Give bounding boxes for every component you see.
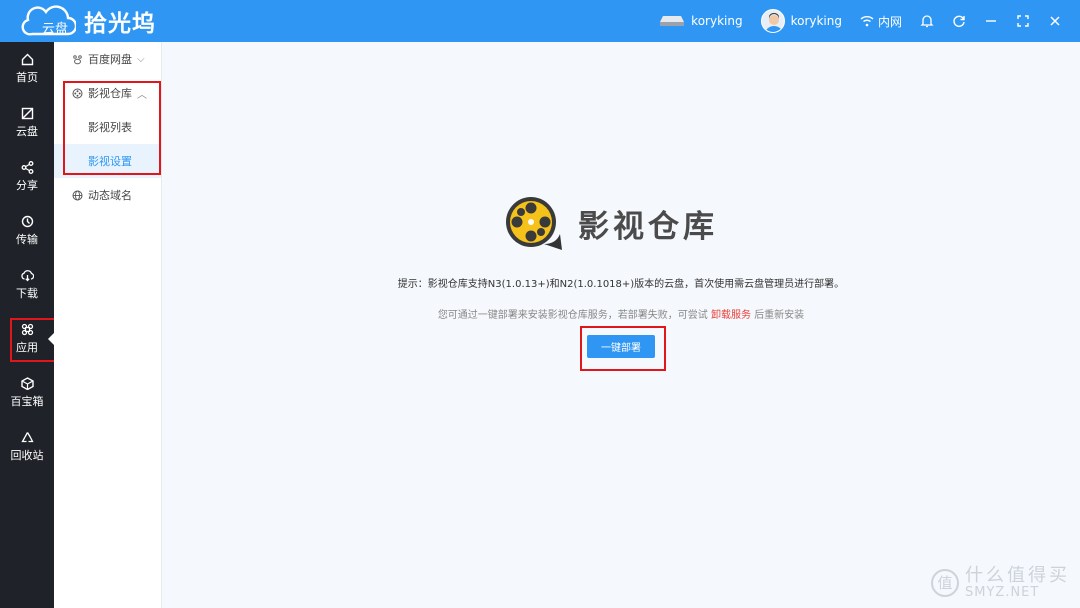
wifi-icon: [860, 16, 874, 27]
user-menu[interactable]: koryking: [760, 9, 842, 33]
device-name: koryking: [691, 14, 743, 28]
watermark-logo-icon: 值: [931, 568, 959, 597]
cloud-logo-icon: 云盘: [18, 4, 78, 38]
watermark-cn: 什么值得买: [965, 564, 1070, 586]
fullscreen-icon[interactable]: [1016, 14, 1030, 28]
network-status[interactable]: 内网: [860, 13, 902, 30]
uninstall-service-link[interactable]: 卸载服务: [711, 310, 751, 321]
sub-group-baidu[interactable]: 百度网盘 ⌵: [54, 42, 161, 76]
highlight-box: [63, 81, 161, 175]
nav-label: 回收站: [10, 449, 44, 462]
refresh-icon[interactable]: [952, 14, 966, 28]
sub-group-label: 动态域名: [88, 189, 132, 202]
watermark: 值 什么值得买 SMYZ.NET: [931, 566, 1070, 600]
close-icon[interactable]: [1048, 14, 1062, 28]
nav-item-cloud-drive[interactable]: 云盘: [0, 96, 54, 150]
network-label: 内网: [877, 14, 902, 29]
bell-icon[interactable]: [920, 14, 934, 28]
app-title: 影视仓库: [578, 208, 718, 245]
cloud-drive-icon: [21, 107, 33, 120]
hint-after: 后重新安装: [754, 310, 805, 321]
film-reel-icon: [506, 197, 562, 250]
nav-item-share[interactable]: 分享: [0, 150, 54, 204]
nav-label: 云盘: [16, 125, 38, 138]
globe-icon: [72, 190, 83, 200]
brand-name: 拾光坞: [84, 11, 156, 37]
nav-item-home[interactable]: 首页: [0, 42, 54, 96]
chevron-down-icon: ⌵: [137, 53, 145, 65]
user-name: koryking: [790, 14, 842, 28]
nav-item-transfer[interactable]: 传输: [0, 204, 54, 258]
nav-label: 百宝箱: [10, 395, 44, 408]
download-icon: [20, 270, 34, 282]
main-content: 影视仓库 提示：影视仓库支持N3(1.0.13+)和N2(1.0.1018+)版…: [162, 42, 1080, 608]
nav-item-toolbox[interactable]: 百宝箱: [0, 366, 54, 420]
nav-label: 下载: [16, 287, 38, 300]
title-bar: 云盘 拾光坞 koryking koryking 内网: [0, 0, 1080, 42]
hard-drive-icon: [660, 16, 685, 26]
tip-text: 提示：影视仓库支持N3(1.0.13+)和N2(1.0.1018+)版本的云盘，…: [397, 279, 845, 290]
avatar: [760, 9, 785, 33]
nav-item-recycle[interactable]: 回收站: [0, 420, 54, 474]
toolbox-icon: [20, 377, 34, 390]
hint-text: 您可通过一键部署来安装影视仓库服务，若部署失败，可尝试 卸载服务 后重新安装: [162, 306, 1080, 321]
sub-group-label: 百度网盘: [88, 53, 132, 66]
nav-label: 首页: [16, 71, 38, 84]
watermark-en: SMYZ.NET: [965, 584, 1040, 600]
highlight-box: [580, 326, 666, 371]
nav-label: 分享: [16, 179, 38, 192]
device-selector[interactable]: koryking: [659, 14, 743, 28]
highlight-box: [10, 318, 57, 362]
paw-icon: [73, 54, 82, 64]
brand-cloud-text: 云盘: [42, 22, 69, 37]
recycle-icon: [20, 432, 34, 443]
sub-group-ddns[interactable]: 动态域名: [54, 178, 161, 212]
transfer-icon: [21, 215, 33, 228]
hint-before: 您可通过一键部署来安装影视仓库服务，若部署失败，可尝试: [437, 310, 708, 321]
brand: 云盘 拾光坞: [0, 0, 156, 42]
nav-label: 传输: [16, 233, 38, 246]
share-icon: [21, 161, 33, 174]
nav-item-download[interactable]: 下载: [0, 258, 54, 312]
minimize-icon[interactable]: [984, 14, 998, 28]
app-logo: 影视仓库: [504, 194, 718, 252]
home-icon: [21, 53, 33, 66]
